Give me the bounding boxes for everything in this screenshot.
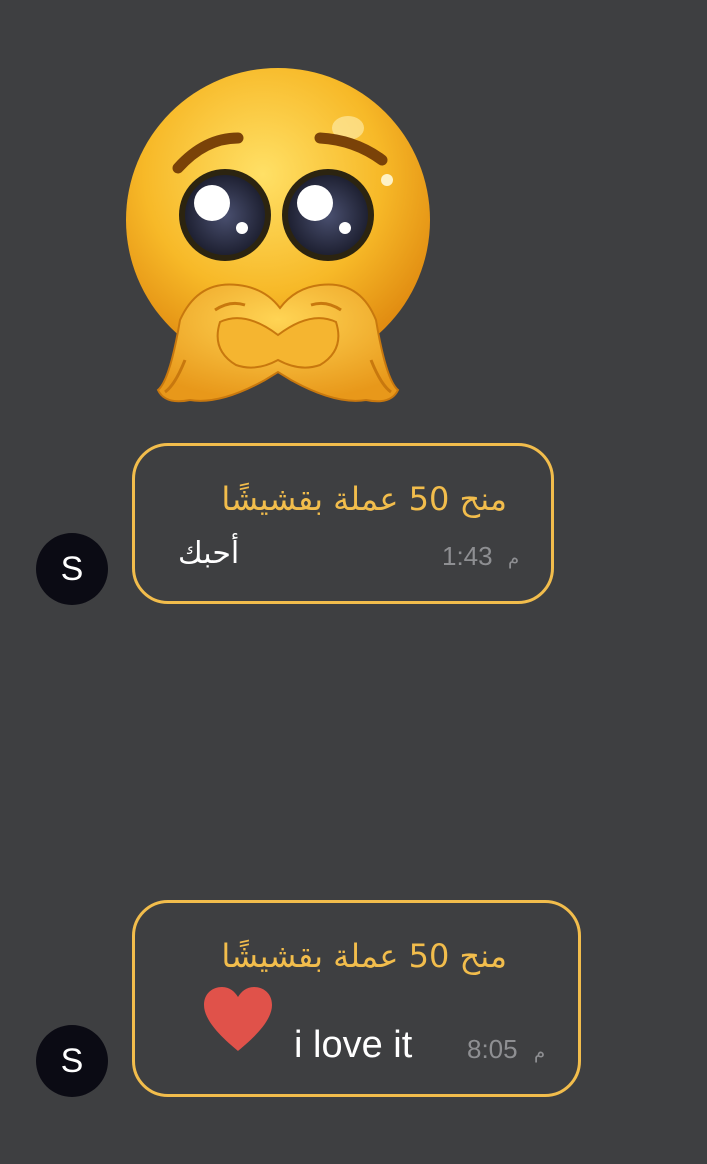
message-text: أحبك [178, 536, 240, 571]
avatar-letter: S [60, 1041, 84, 1080]
time-suffix: م [534, 1042, 546, 1063]
gift-message-bubble[interactable] [132, 443, 554, 604]
time-suffix: م [508, 548, 520, 569]
message-time: 1:43 [442, 541, 493, 571]
message-text: i love it [294, 1024, 413, 1066]
gift-text: منح 50 عملة بقشيشًا [221, 937, 507, 975]
avatar[interactable]: S [36, 1025, 108, 1097]
gift-text: منح 50 عملة بقشيشًا [221, 480, 507, 518]
red-heart-icon [204, 987, 272, 1051]
pleading-face-heart-hands-sticker[interactable] [120, 60, 440, 430]
avatar[interactable]: S [36, 533, 108, 605]
message-time: 8:05 [467, 1034, 518, 1064]
avatar-letter: S [60, 549, 84, 588]
